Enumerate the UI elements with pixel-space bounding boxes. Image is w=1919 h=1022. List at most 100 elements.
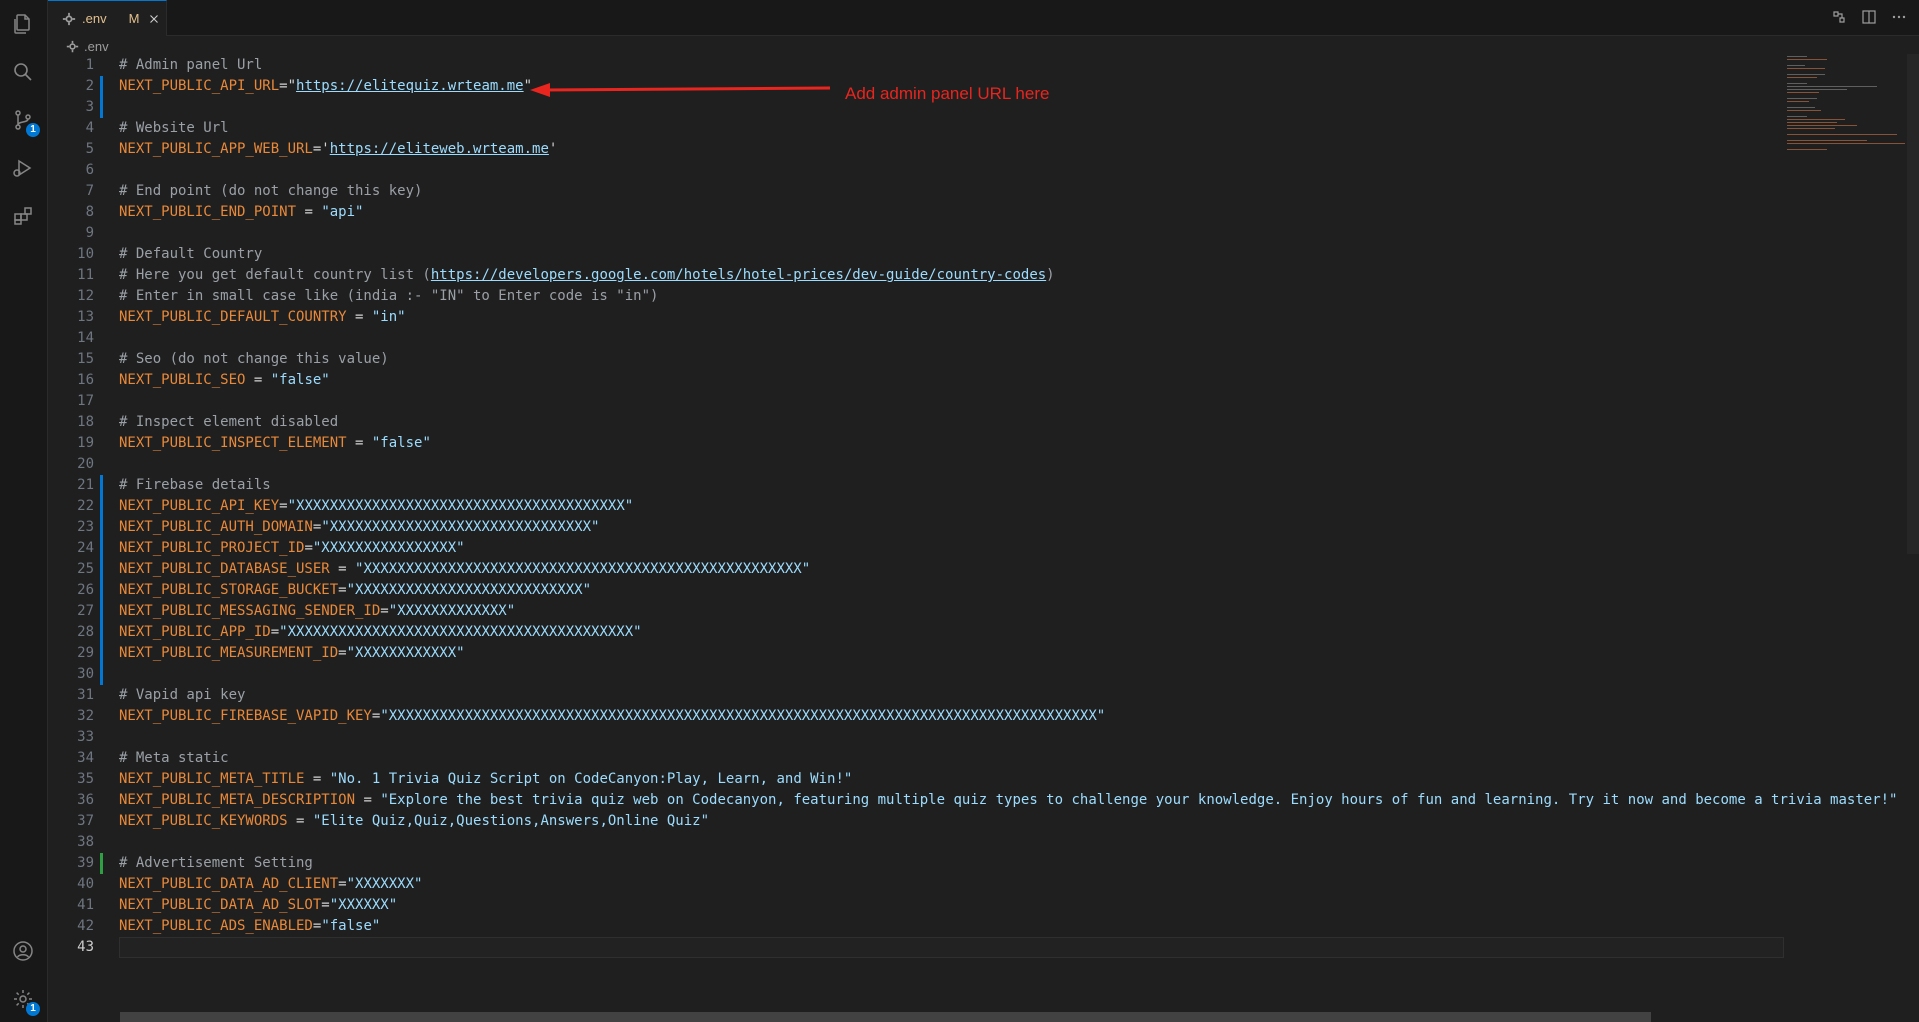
line-number: 30 [77, 666, 94, 682]
line-number: 16 [77, 372, 94, 388]
code-text: NEXT_PUBLIC_DATA_AD_CLIENT="XXXXXXX" [119, 874, 422, 895]
git-change-indicator[interactable] [100, 76, 103, 118]
code-line[interactable]: 20 [48, 454, 1868, 475]
tab-env[interactable]: .env M [48, 0, 167, 36]
token: = [304, 540, 313, 556]
token: "XXXXXXXXXXXXXXXXXXXXXXXXXXX" [346, 582, 592, 598]
code-text: # End point (do not change this key) [119, 181, 422, 202]
code-line[interactable]: 6 [48, 160, 1868, 181]
code-line[interactable]: 35 NEXT_PUBLIC_META_TITLE = "No. 1 Trivia… [48, 769, 1868, 790]
token: "XXXXXXX" [346, 876, 423, 892]
open-changes-icon[interactable] [1831, 9, 1847, 25]
token: "false" [321, 918, 381, 934]
token: = [346, 309, 372, 325]
code-line[interactable]: 41 NEXT_PUBLIC_DATA_AD_SLOT="XXXXXX" [48, 895, 1868, 916]
code-text: # Default Country [119, 244, 262, 265]
vertical-scrollbar[interactable] [1907, 54, 1919, 554]
line-number: 33 [77, 729, 94, 745]
split-editor-icon[interactable] [1861, 9, 1877, 25]
breadcrumb[interactable]: .env [66, 38, 109, 54]
code-line[interactable]: 34 # Meta static [48, 748, 1868, 769]
code-line[interactable]: 33 [48, 727, 1868, 748]
code-line[interactable]: 29 NEXT_PUBLIC_MEASUREMENT_ID="XXXXXXXXXX… [48, 643, 1868, 664]
code-line[interactable]: 40 NEXT_PUBLIC_DATA_AD_CLIENT="XXXXXXX" [48, 874, 1868, 895]
extensions-icon[interactable] [9, 202, 37, 230]
code-line[interactable]: 8 NEXT_PUBLIC_END_POINT = "api" [48, 202, 1868, 223]
code-text: NEXT_PUBLIC_DEFAULT_COUNTRY = "in" [119, 307, 406, 328]
token: = [304, 771, 330, 787]
code-text: NEXT_PUBLIC_APP_WEB_URL='https://elitewe… [119, 139, 557, 160]
code-line[interactable]: 38 [48, 832, 1868, 853]
token: # Inspect element disabled [119, 414, 339, 430]
git-change-indicator[interactable] [100, 853, 103, 874]
code-line[interactable]: 16 NEXT_PUBLIC_SEO = "false" [48, 370, 1868, 391]
code-line[interactable]: 13 NEXT_PUBLIC_DEFAULT_COUNTRY = "in" [48, 307, 1868, 328]
close-icon[interactable] [147, 12, 161, 26]
code-line[interactable]: 30 [48, 664, 1868, 685]
token: NEXT_PUBLIC_API_KEY [119, 498, 280, 514]
code-line[interactable]: 25 NEXT_PUBLIC_DATABASE_USER = "XXXXXXXXX… [48, 559, 1868, 580]
code-line[interactable]: 18 # Inspect element disabled [48, 412, 1868, 433]
code-line[interactable]: 4 # Website Url [48, 118, 1868, 139]
code-text: NEXT_PUBLIC_META_DESCRIPTION = "Explore … [119, 790, 1897, 811]
git-change-indicator[interactable] [100, 475, 103, 685]
code-text: NEXT_PUBLIC_FIREBASE_VAPID_KEY="XXXXXXXX… [119, 706, 1105, 727]
token: = [338, 645, 347, 661]
settings-gear-icon[interactable]: 1 [9, 985, 40, 1016]
code-line[interactable]: 15 # Seo (do not change this value) [48, 349, 1868, 370]
run-debug-icon[interactable] [9, 154, 37, 182]
code-line[interactable]: 39 # Advertisement Setting [48, 853, 1868, 874]
code-line[interactable]: 21 # Firebase details [48, 475, 1868, 496]
tab-filename: .env [82, 11, 107, 26]
code-line[interactable]: 27 NEXT_PUBLIC_MESSAGING_SENDER_ID="XXXXX… [48, 601, 1868, 622]
token: NEXT_PUBLIC_APP_ID [119, 624, 271, 640]
line-number: 37 [77, 813, 94, 829]
code-line[interactable]: 23 NEXT_PUBLIC_AUTH_DOMAIN="XXXXXXXXXXXXX… [48, 517, 1868, 538]
code-line[interactable]: 28 NEXT_PUBLIC_APP_ID="XXXXXXXXXXXXXXXXXX… [48, 622, 1868, 643]
more-actions-icon[interactable] [1891, 9, 1907, 25]
code-line[interactable]: 1 # Admin panel Url [48, 55, 1868, 76]
code-line[interactable]: 42 NEXT_PUBLIC_ADS_ENABLED="false" [48, 916, 1868, 937]
token: "XXXXXXXXXXXXXXXX" [312, 540, 465, 556]
source-control-icon[interactable]: 1 [9, 106, 40, 137]
code-line[interactable]: 9 [48, 223, 1868, 244]
code-line[interactable]: 17 [48, 391, 1868, 412]
token: NEXT_PUBLIC_PROJECT_ID [119, 540, 305, 556]
code-line[interactable]: 36 NEXT_PUBLIC_META_DESCRIPTION = "Explor… [48, 790, 1897, 811]
code-line[interactable]: 24 NEXT_PUBLIC_PROJECT_ID="XXXXXXXXXXXXXX… [48, 538, 1868, 559]
code-line[interactable]: 14 [48, 328, 1868, 349]
url-link[interactable]: https://eliteweb.wrteam.me [330, 141, 549, 157]
code-line[interactable]: 7 # End point (do not change this key) [48, 181, 1868, 202]
line-number: 13 [77, 309, 94, 325]
code-line[interactable]: 43 [48, 937, 1868, 958]
code-line[interactable]: 10 # Default Country [48, 244, 1868, 265]
code-text: NEXT_PUBLIC_DATABASE_USER = "XXXXXXXXXXX… [119, 559, 810, 580]
code-line[interactable]: 22 NEXT_PUBLIC_API_KEY="XXXXXXXXXXXXXXXXX… [48, 496, 1868, 517]
code-text: # Admin panel Url [119, 55, 262, 76]
url-link[interactable]: https://elitequiz.wrteam.me [296, 78, 524, 94]
code-text: NEXT_PUBLIC_INSPECT_ELEMENT = "false" [119, 433, 431, 454]
token: "No. 1 Trivia Quiz Script on CodeCanyon:… [329, 771, 853, 787]
url-link[interactable]: https://developers.google.com/hotels/hot… [431, 267, 1046, 283]
token: ) [1046, 267, 1055, 283]
code-line[interactable]: 31 # Vapid api key [48, 685, 1868, 706]
code-line[interactable]: 19 NEXT_PUBLIC_INSPECT_ELEMENT = "false" [48, 433, 1868, 454]
code-editor[interactable]: 1 # Admin panel Url 2 NEXT_PUBLIC_API_URL="… [48, 54, 1919, 1022]
line-number: 17 [77, 393, 94, 409]
code-line[interactable]: 26 NEXT_PUBLIC_STORAGE_BUCKET="XXXXXXXXXX… [48, 580, 1868, 601]
code-line[interactable]: 32 NEXT_PUBLIC_FIREBASE_VAPID_KEY="XXXXXX… [48, 706, 1868, 727]
token: = [279, 498, 288, 514]
explorer-icon[interactable] [9, 10, 37, 38]
code-line[interactable]: 12 # Enter in small case like (india :- "… [48, 286, 1868, 307]
horizontal-scrollbar[interactable] [120, 1012, 1651, 1022]
code-line[interactable]: 37 NEXT_PUBLIC_KEYWORDS = "Elite Quiz,Qui… [48, 811, 1868, 832]
code-line[interactable]: 5 NEXT_PUBLIC_APP_WEB_URL='https://elitew… [48, 139, 1868, 160]
line-number: 35 [77, 771, 94, 787]
token: # Enter in small case like (india :- "IN… [119, 288, 659, 304]
account-icon[interactable] [9, 937, 37, 965]
minimap[interactable] [1785, 54, 1905, 154]
code-line[interactable]: 11 # Here you get default country list (h… [48, 265, 1868, 286]
line-number: 28 [77, 624, 94, 640]
token: = [346, 435, 372, 451]
search-icon[interactable] [9, 58, 37, 86]
